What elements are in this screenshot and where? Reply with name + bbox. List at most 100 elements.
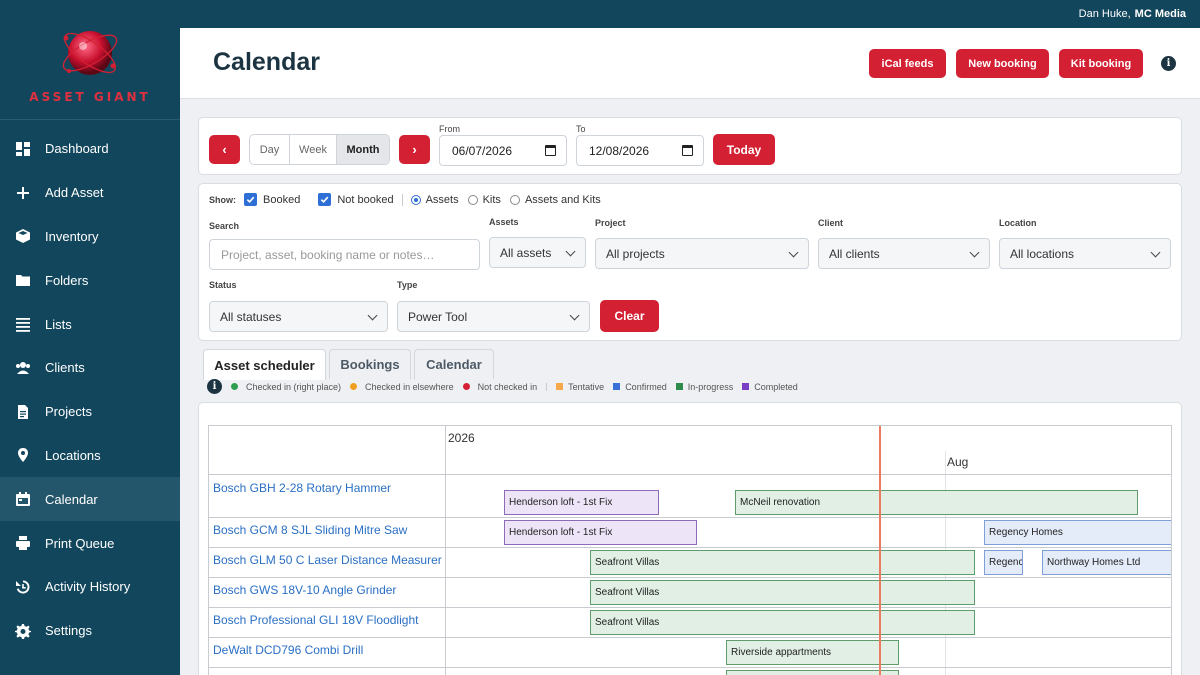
sidebar-item-lists[interactable]: Lists bbox=[0, 302, 180, 346]
table-row: DeWalt DCD796 Combi Drill bbox=[209, 638, 1171, 668]
project-filter-label: Project bbox=[595, 218, 626, 228]
view-week-button[interactable]: Week bbox=[290, 135, 337, 164]
info-icon[interactable]: i bbox=[1161, 56, 1176, 71]
booking-bar[interactable]: McNeil renovation bbox=[735, 490, 1138, 515]
type-select[interactable]: Power Tool bbox=[397, 301, 590, 332]
asset-name-link[interactable]: Bosch GBH 2-28 Rotary Hammer bbox=[213, 481, 391, 495]
divider bbox=[401, 193, 403, 206]
booking-bar[interactable]: Henderson loft - 1st Fix bbox=[504, 520, 697, 545]
client-select[interactable]: All clients bbox=[818, 238, 990, 269]
user-name[interactable]: Dan Huke, bbox=[1079, 8, 1131, 20]
history-icon bbox=[15, 579, 31, 595]
to-label: To bbox=[576, 124, 586, 134]
booking-bar[interactable]: Regency Homes bbox=[984, 520, 1171, 545]
booked-checkbox[interactable] bbox=[244, 193, 257, 206]
chevron-down-icon bbox=[1150, 247, 1161, 258]
user-org[interactable]: MC Media bbox=[1135, 8, 1186, 20]
calendar-picker-icon[interactable] bbox=[682, 145, 693, 156]
legend-label: Completed bbox=[754, 381, 798, 392]
logo-globe-icon bbox=[62, 31, 118, 75]
sidebar-item-activity-history[interactable]: Activity History bbox=[0, 565, 180, 609]
booking-bar[interactable]: Seafront Villas bbox=[590, 580, 975, 605]
booking-bar[interactable]: Regency Homes bbox=[984, 550, 1023, 575]
today-button[interactable]: Today bbox=[713, 134, 775, 165]
clients-icon bbox=[15, 360, 31, 376]
sidebar-item-folders[interactable]: Folders bbox=[0, 258, 180, 302]
sidebar-item-label: Inventory bbox=[45, 228, 99, 244]
clear-filters-button[interactable]: Clear bbox=[600, 300, 659, 332]
assets-radio[interactable] bbox=[410, 194, 421, 205]
location-select[interactable]: All locations bbox=[999, 238, 1171, 269]
view-switcher: Day Week Month bbox=[249, 134, 390, 165]
booking-bar[interactable]: Henderson loft - 1st Fix bbox=[504, 490, 659, 515]
tab-bookings[interactable]: Bookings bbox=[329, 349, 411, 379]
not-booked-checkbox[interactable] bbox=[318, 193, 332, 206]
calendar-icon bbox=[15, 491, 31, 507]
asset-name-link[interactable]: Bosch GCM 8 SJL Sliding Mitre Saw bbox=[213, 523, 407, 537]
project-select-value: All projects bbox=[606, 246, 665, 261]
chevron-down-icon bbox=[788, 247, 799, 258]
assets-filter-label: Assets bbox=[489, 217, 519, 227]
sidebar-item-print-queue[interactable]: Print Queue bbox=[0, 521, 180, 565]
new-booking-button[interactable]: New booking bbox=[956, 49, 1049, 78]
legend-item: Checked in (right place) bbox=[231, 382, 341, 392]
prev-period-button[interactable]: ‹ bbox=[209, 135, 240, 164]
ical-feeds-button[interactable]: iCal feeds bbox=[869, 49, 946, 78]
date-navigation-panel: ‹ Day Week Month › From 06/07/2026 To 12… bbox=[198, 117, 1182, 175]
sidebar-item-settings[interactable]: Settings bbox=[0, 609, 180, 653]
sidebar-item-calendar[interactable]: Calendar bbox=[0, 477, 180, 522]
assets-and-kits-radio-label[interactable]: Assets and Kits bbox=[525, 194, 601, 206]
document-icon bbox=[15, 404, 31, 420]
booking-bar[interactable]: Seafront Villas bbox=[590, 610, 975, 635]
to-date-input[interactable]: 12/08/2026 bbox=[576, 135, 704, 166]
sidebar-item-add-asset[interactable]: Add Asset bbox=[0, 171, 180, 215]
legend-label: Confirmed bbox=[625, 381, 667, 392]
tab-calendar[interactable]: Calendar bbox=[414, 349, 494, 379]
view-day-button[interactable]: Day bbox=[250, 135, 290, 164]
list-icon bbox=[15, 316, 31, 332]
legend-label: Checked in elsewhere bbox=[365, 381, 454, 392]
assets-and-kits-radio[interactable] bbox=[509, 194, 520, 205]
booking-bar[interactable]: Riverside appartments bbox=[726, 640, 899, 665]
search-input[interactable]: Project, asset, booking name or notes… bbox=[209, 239, 480, 270]
kits-radio[interactable] bbox=[467, 194, 478, 205]
status-dot-icon bbox=[462, 383, 470, 390]
assets-select[interactable]: All assets bbox=[489, 237, 586, 268]
kits-radio-label[interactable]: Kits bbox=[483, 194, 501, 206]
chevron-down-icon bbox=[969, 247, 980, 258]
show-label: Show: bbox=[209, 194, 236, 205]
sidebar-item-locations[interactable]: Locations bbox=[0, 434, 180, 478]
brand-logo[interactable]: ASSET GIANT bbox=[0, 0, 180, 120]
sidebar-item-projects[interactable]: Projects bbox=[0, 390, 180, 434]
tab-asset-scheduler[interactable]: Asset scheduler bbox=[203, 349, 326, 380]
kit-booking-button[interactable]: Kit booking bbox=[1059, 49, 1143, 78]
assets-radio-label[interactable]: Assets bbox=[426, 194, 459, 206]
booking-bar[interactable] bbox=[726, 670, 899, 675]
legend-item: Confirmed bbox=[613, 382, 667, 392]
asset-name-link[interactable]: Bosch GLM 50 C Laser Distance Measurer bbox=[213, 553, 442, 567]
legend-label: Not checked in bbox=[477, 381, 538, 392]
status-select[interactable]: All statuses bbox=[209, 301, 388, 332]
sidebar-item-dashboard[interactable]: Dashboard bbox=[0, 127, 180, 171]
project-select[interactable]: All projects bbox=[595, 238, 809, 269]
asset-name-link[interactable]: Bosch Professional GLI 18V Floodlight bbox=[213, 613, 418, 627]
asset-name-link[interactable]: Bosch GWS 18V-10 Angle Grinder bbox=[213, 583, 396, 597]
calendar-picker-icon[interactable] bbox=[545, 145, 556, 156]
legend-item: Tentative bbox=[556, 382, 604, 392]
sidebar-item-clients[interactable]: Clients bbox=[0, 346, 180, 390]
booking-bar[interactable]: Seafront Villas bbox=[590, 550, 975, 575]
not-booked-label[interactable]: Not booked bbox=[337, 194, 393, 206]
from-date-input[interactable]: 06/07/2026 bbox=[439, 135, 567, 166]
legend-info-icon[interactable]: i bbox=[207, 379, 222, 394]
booking-bar[interactable]: Northway Homes Ltd bbox=[1042, 550, 1171, 575]
view-month-button[interactable]: Month bbox=[337, 135, 389, 164]
asset-name-link[interactable]: DeWalt DCD796 Combi Drill bbox=[213, 643, 363, 657]
sidebar-item-label: Clients bbox=[45, 360, 85, 376]
today-marker bbox=[879, 426, 881, 675]
next-period-button[interactable]: › bbox=[399, 135, 430, 164]
box-icon bbox=[15, 228, 31, 244]
status-square-icon bbox=[556, 383, 564, 390]
sidebar-item-inventory[interactable]: Inventory bbox=[0, 215, 180, 259]
booked-label[interactable]: Booked bbox=[263, 194, 300, 206]
type-select-value: Power Tool bbox=[408, 309, 468, 324]
